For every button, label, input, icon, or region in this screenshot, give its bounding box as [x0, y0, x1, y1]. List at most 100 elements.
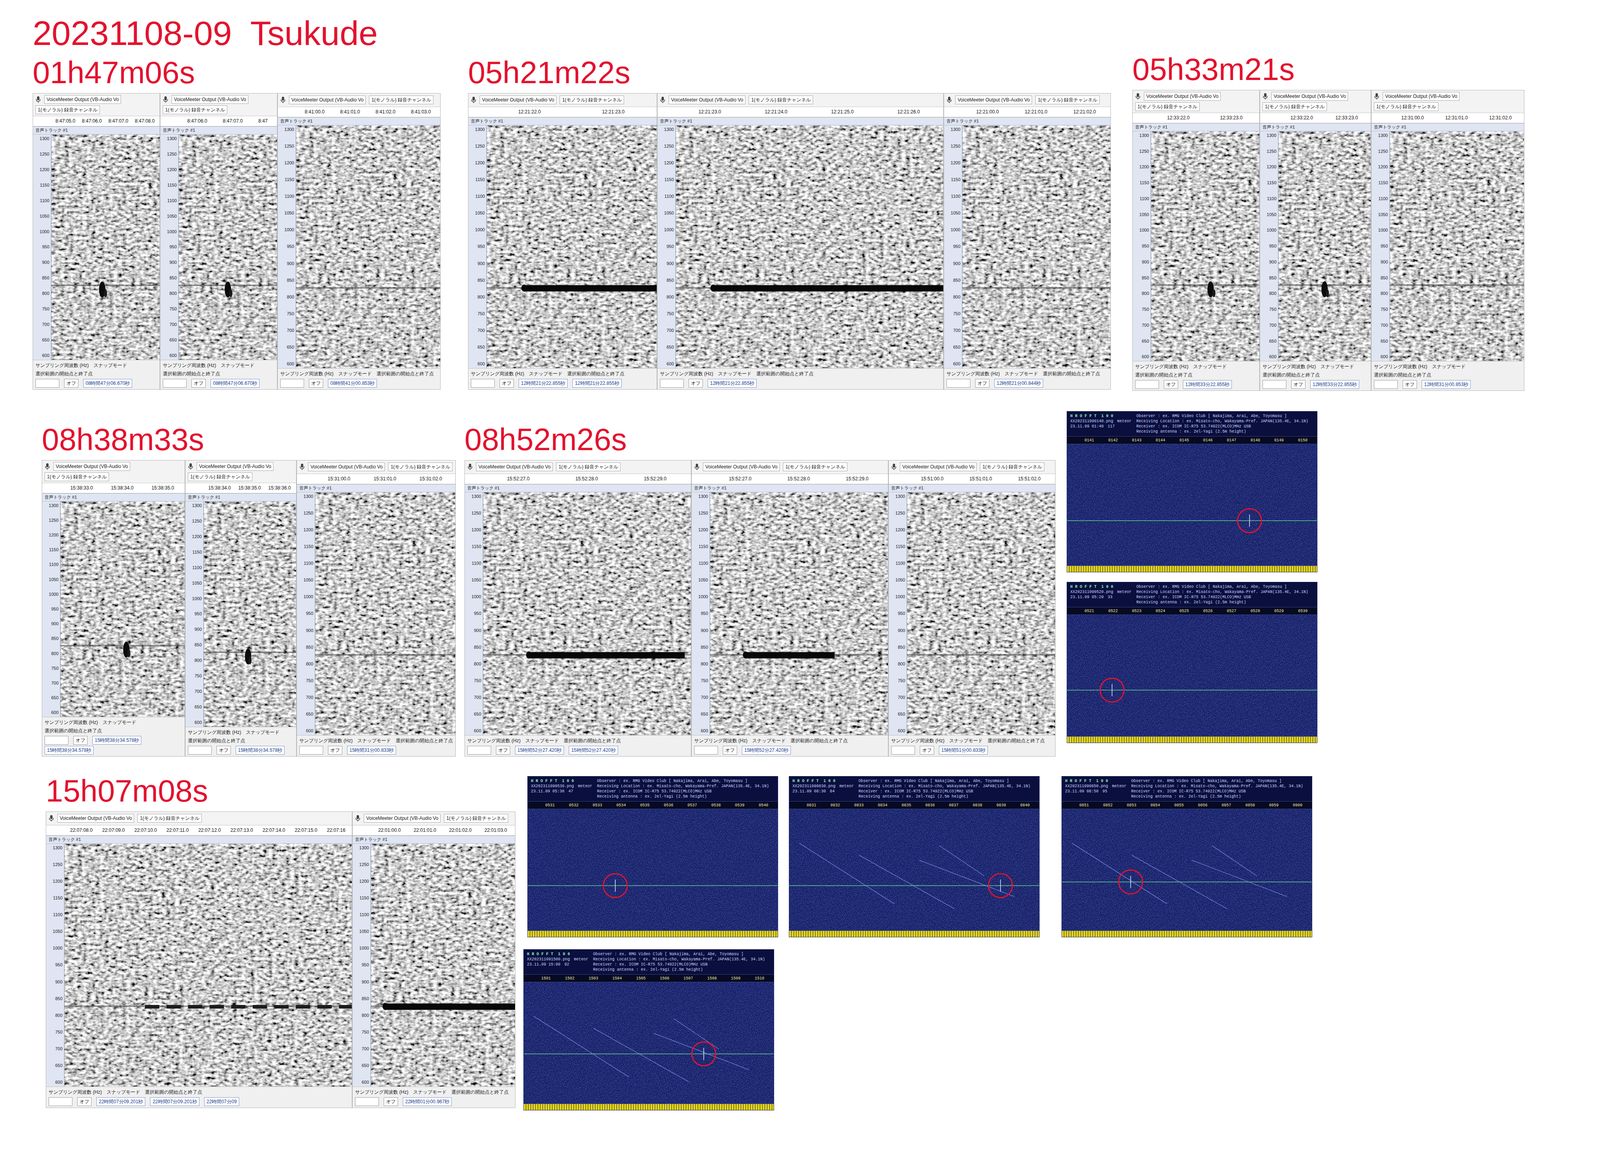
snap-select[interactable]: オフ [1402, 380, 1417, 389]
time-readout[interactable]: 22時間07分09 [204, 1097, 240, 1107]
time-readout[interactable]: 12時間21分22.855秒 [707, 378, 757, 388]
time-ruler[interactable]: 15:52:27.015:52:28.015:52:29.0 [464, 474, 691, 485]
rate-select[interactable] [694, 745, 719, 755]
time-readout[interactable]: 12時間21分00.844秒 [994, 378, 1044, 388]
input-device-select[interactable]: VoiceMeeter Output (VB-Audio Vo [1143, 91, 1221, 101]
channel-select[interactable]: 1(モノラル) 録音チャンネル [559, 95, 625, 105]
spectrogram[interactable] [51, 134, 160, 360]
time-ruler[interactable]: 15:51:00.015:51:01.015:51:02.0 [888, 474, 1056, 485]
channel-select[interactable]: 1(モノラル) 録音チャンネル [556, 462, 621, 472]
input-device-select[interactable]: VoiceMeeter Output (VB-Audio Vo [196, 462, 274, 471]
input-device-select[interactable]: VoiceMeeter Output (VB-Audio Vo [308, 462, 385, 472]
input-device-select[interactable]: VoiceMeeter Output (VB-Audio Vo [44, 95, 121, 104]
time-readout[interactable]: 22時間01分00.967秒 [402, 1097, 452, 1107]
spectrogram[interactable] [1278, 131, 1371, 361]
time-readout[interactable]: 15時間38分34.578秒 [235, 745, 285, 755]
time-ruler[interactable]: 15:52:27.015:52:28.015:52:29.0 [691, 474, 888, 485]
spectrogram[interactable] [1151, 131, 1260, 361]
time-ruler[interactable]: 22:07:08.022:07:09.022:07:10.022:07:11.0… [46, 825, 352, 836]
time-readout[interactable]: 15時間38分34.578秒 [92, 735, 142, 745]
time-readout[interactable]: 22時間07分09.201秒 [96, 1097, 146, 1107]
spectrogram[interactable] [962, 125, 1111, 369]
time-readout[interactable]: 12時間21分22.855秒 [518, 378, 568, 388]
spectrogram[interactable] [710, 492, 888, 736]
time-readout[interactable]: 12時間33分22.855秒 [1310, 380, 1360, 389]
time-ruler[interactable]: 12:31:00.012:31:01.012:31:02.0 [1371, 113, 1524, 124]
time-ruler[interactable]: 12:21:00.012:21:01.012:21:02.0 [944, 107, 1111, 118]
time-ruler[interactable]: 12:33:22.012:33:23.0 [1260, 113, 1371, 124]
snap-select[interactable]: オフ [216, 745, 231, 755]
rate-select[interactable] [355, 1097, 379, 1107]
input-device-select[interactable]: VoiceMeeter Output (VB-Audio Vo [955, 95, 1033, 105]
spectrogram[interactable] [483, 492, 691, 736]
spectrogram[interactable] [1389, 131, 1524, 361]
channel-select[interactable]: 1(モノラル) 録音チャンネル [782, 462, 848, 472]
channel-select[interactable]: 1(モノラル) 録音チャンネル [368, 95, 434, 105]
input-device-select[interactable]: VoiceMeeter Output (VB-Audio Vo [171, 95, 249, 104]
hrofft-spectrogram[interactable] [523, 982, 774, 1104]
snap-select[interactable]: オフ [1163, 380, 1179, 389]
snap-select[interactable]: オフ [495, 745, 511, 755]
channel-select[interactable]: 1(モノラル) 録音チャンネル [1373, 102, 1439, 112]
rate-select[interactable] [1135, 380, 1160, 389]
spectrogram[interactable] [296, 125, 441, 369]
snap-select[interactable]: オフ [722, 745, 738, 755]
channel-select[interactable]: 1(モノラル) 録音チャンネル [388, 462, 453, 472]
input-device-select[interactable]: VoiceMeeter Output (VB-Audio Vo [57, 813, 135, 823]
rate-select[interactable] [35, 378, 60, 388]
rate-select[interactable] [946, 378, 971, 388]
input-device-select[interactable]: VoiceMeeter Output (VB-Audio Vo [1382, 91, 1460, 101]
rate-select[interactable] [162, 378, 187, 388]
rate-select[interactable] [467, 745, 492, 755]
channel-select[interactable]: 1(モノラル) 録音チャンネル [443, 813, 509, 823]
input-device-select[interactable]: VoiceMeeter Output (VB-Audio Vo [479, 95, 557, 105]
input-device-select[interactable]: VoiceMeeter Output (VB-Audio Vo [899, 462, 977, 472]
snap-select[interactable]: オフ [383, 1097, 399, 1107]
time-ruler[interactable]: 15:38:34.015:38:35.015:38:36.0 [185, 483, 297, 494]
channel-select[interactable]: 1(モノラル) 録音チャンネル [162, 105, 228, 115]
channel-select[interactable]: 1(モノラル) 録音チャンネル [748, 95, 814, 105]
hrofft-spectrogram[interactable] [1061, 809, 1312, 931]
time-readout[interactable]: 15時間52分27.420秒 [568, 745, 618, 755]
spectrogram[interactable] [64, 843, 352, 1087]
input-device-select[interactable]: VoiceMeeter Output (VB-Audio Vo [53, 462, 131, 471]
spectrogram[interactable] [178, 134, 278, 360]
snap-select[interactable]: オフ [499, 378, 514, 388]
time-readout[interactable]: 15時間31分00.833秒 [347, 745, 397, 755]
input-device-select[interactable]: VoiceMeeter Output (VB-Audio Vo [702, 462, 780, 472]
time-ruler[interactable]: 8:41:00.08:41:01.08:41:02.08:41:03.0 [277, 107, 441, 118]
time-ruler[interactable]: 15:38:33.015:38:34.015:38:35.0 [42, 483, 185, 494]
spectrogram[interactable] [315, 492, 456, 736]
time-ruler[interactable]: 15:31:00.015:31:01.015:31:02.0 [296, 474, 456, 485]
time-readout[interactable]: 12時間31分00.853秒 [1421, 380, 1471, 389]
rate-select[interactable] [299, 745, 324, 755]
time-readout[interactable]: 15時間38分34.578秒 [44, 745, 94, 755]
time-ruler[interactable]: 12:21:23.012:21:24.012:21:25.012:21:26.0 [657, 107, 944, 118]
time-ruler[interactable]: 22:01:00.022:01:01.022:01:02.022:01:03.0 [352, 825, 516, 836]
rate-select[interactable] [470, 378, 495, 388]
spectrogram[interactable] [486, 125, 657, 369]
input-device-select[interactable]: VoiceMeeter Output (VB-Audio Vo [668, 95, 746, 105]
snap-select[interactable]: オフ [191, 378, 206, 388]
snap-select[interactable]: オフ [919, 745, 935, 755]
hrofft-spectrogram[interactable] [527, 809, 778, 931]
time-ruler[interactable]: 12:21:22.012:21:23.0 [468, 107, 657, 118]
snap-select[interactable]: オフ [64, 378, 79, 388]
channel-select[interactable]: 1(モノラル) 録音チャンネル [137, 813, 202, 823]
time-readout[interactable]: 15時間51分00.833秒 [938, 745, 988, 755]
hrofft-spectrogram[interactable] [1067, 614, 1318, 737]
hrofft-spectrogram[interactable] [789, 809, 1040, 931]
channel-select[interactable]: 1(モノラル) 録音チャンネル [187, 472, 253, 482]
snap-select[interactable]: オフ [308, 378, 324, 388]
snap-select[interactable]: オフ [77, 1097, 92, 1107]
time-readout[interactable]: 08時間41分00.853秒 [327, 378, 377, 388]
snap-select[interactable]: オフ [327, 745, 343, 755]
input-device-select[interactable]: VoiceMeeter Output (VB-Audio Vo [363, 813, 441, 823]
rate-select[interactable] [1262, 380, 1287, 389]
time-readout[interactable]: 15時間52分27.420秒 [741, 745, 791, 755]
time-readout[interactable]: 15時間52分27.420秒 [515, 745, 564, 755]
time-readout[interactable]: 12時間21分22.855秒 [572, 378, 622, 388]
time-ruler[interactable]: 8:47:05.08:47:06.08:47:07.08:47:08.0 [33, 116, 160, 127]
snap-select[interactable]: オフ [73, 735, 88, 745]
channel-select[interactable]: 1(モノラル) 録音チャンネル [979, 462, 1045, 472]
